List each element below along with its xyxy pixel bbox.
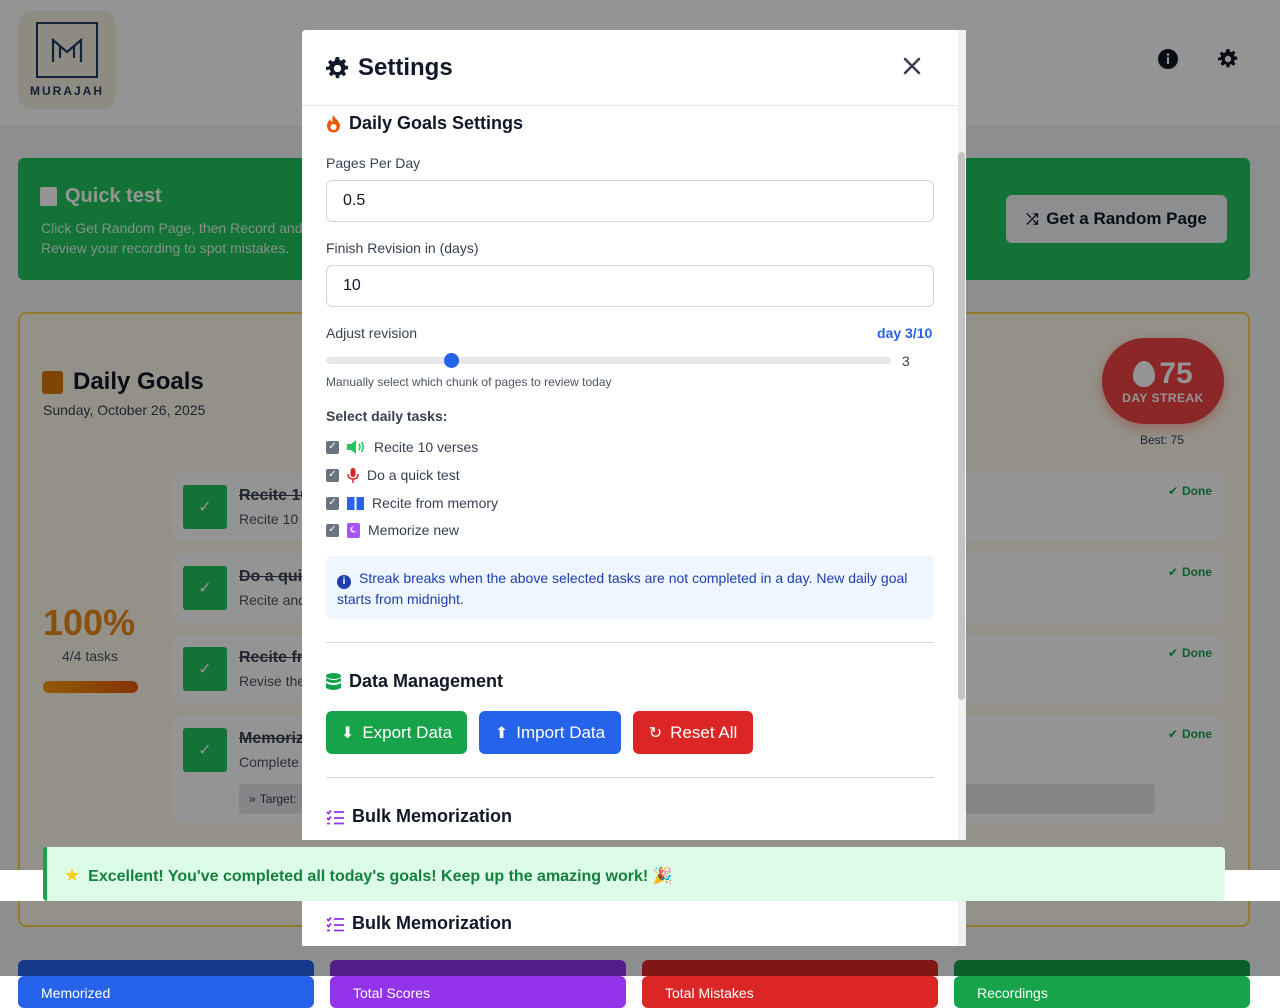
upload-icon: ⬆ — [494, 724, 509, 742]
daily-goals-settings-title: Daily Goals Settings — [326, 113, 523, 134]
adjust-revision-day: day 3/10 — [877, 325, 933, 341]
pages-per-day-label: Pages Per Day — [326, 155, 421, 171]
reset-icon: ↻ — [648, 724, 663, 742]
export-data-label: Export Data — [362, 722, 453, 742]
stat-card-memorized-strip: Memorized — [18, 976, 314, 1008]
bulk-memorization-title: Bulk Memorization — [326, 806, 512, 827]
revision-slider-hint: Manually select which chunk of pages to … — [326, 375, 612, 389]
divider — [326, 642, 934, 643]
revision-slider-track[interactable] — [326, 357, 891, 364]
checkbox[interactable]: ✓ — [326, 440, 339, 454]
bulk-memorization-label: Bulk Memorization — [352, 913, 513, 933]
success-banner-label: Excellent! You've completed all today's … — [88, 867, 673, 885]
task-option-label: Recite 10 verses — [374, 439, 479, 455]
finish-revision-input[interactable] — [326, 265, 934, 307]
database-icon — [326, 672, 341, 690]
reset-all-button[interactable]: ↻ Reset All — [633, 711, 753, 754]
revision-slider-thumb[interactable] — [443, 353, 459, 368]
star-icon: ★ — [64, 865, 81, 885]
checkbox[interactable]: ✓ — [326, 523, 339, 537]
stat-label: Total Scores — [353, 985, 431, 1001]
daily-goals-settings-label: Daily Goals Settings — [349, 113, 524, 133]
stat-label: Total Mistakes — [665, 985, 754, 1001]
close-icon — [903, 57, 921, 75]
fire-icon — [327, 114, 340, 132]
success-banner-text: ★ Excellent! You've completed all today'… — [64, 865, 673, 886]
export-data-button[interactable]: ⬇ Export Data — [326, 711, 467, 754]
stat-card-recordings-strip: Recordings — [954, 976, 1250, 1008]
pages-per-day-input[interactable] — [326, 180, 934, 222]
adjust-revision-label: Adjust revision — [326, 325, 418, 341]
checklist-icon — [326, 809, 344, 824]
stat-card-total-scores-strip: Total Scores — [330, 976, 626, 1008]
streak-info-text: i Streak breaks when the above selected t… — [337, 568, 917, 609]
reset-all-label: Reset All — [670, 722, 738, 742]
stat-label: Recordings — [977, 985, 1048, 1001]
task-option-quick-test[interactable]: ✓ Do a quick test — [326, 467, 460, 483]
bulk-memorization-title-repeat: Bulk Memorization — [326, 913, 512, 934]
revision-slider-value: 3 — [902, 353, 910, 369]
checkbox[interactable]: ✓ — [326, 468, 339, 482]
modal-scrollbar-thumb[interactable] — [958, 152, 965, 700]
data-management-title: Data Management — [326, 671, 503, 692]
gear-icon — [326, 56, 349, 78]
speaker-icon — [347, 440, 365, 454]
modal-scrollbar-bottom — [958, 901, 966, 946]
task-option-recite-verses[interactable]: ✓ Recite 10 verses — [326, 439, 478, 455]
checkbox[interactable]: ✓ — [326, 496, 339, 510]
select-tasks-label: Select daily tasks: — [326, 408, 448, 424]
close-button[interactable] — [898, 52, 926, 80]
task-option-label: Do a quick test — [367, 467, 460, 483]
quran-icon — [347, 522, 360, 538]
import-data-label: Import Data — [516, 722, 606, 742]
modal-title: Settings — [326, 54, 453, 82]
download-icon: ⬇ — [340, 724, 355, 742]
streak-info-label: Streak breaks when the above selected ta… — [337, 570, 908, 607]
info-icon: i — [337, 575, 351, 589]
bulk-memorization-label: Bulk Memorization — [352, 806, 513, 826]
task-option-label: Memorize new — [368, 522, 460, 538]
checklist-icon — [326, 916, 344, 931]
task-option-recite-memory[interactable]: ✓ Recite from memory — [326, 495, 498, 511]
microphone-icon — [347, 467, 359, 483]
stat-card-total-mistakes-strip: Total Mistakes — [642, 976, 938, 1008]
task-option-label: Recite from memory — [372, 495, 499, 511]
task-option-memorize-new[interactable]: ✓ Memorize new — [326, 522, 459, 538]
finish-revision-label: Finish Revision in (days) — [326, 240, 479, 256]
data-management-label: Data Management — [349, 671, 504, 691]
modal-title-text: Settings — [358, 54, 453, 81]
stat-label: Memorized — [41, 985, 111, 1001]
import-data-button[interactable]: ⬆ Import Data — [479, 711, 621, 754]
book-icon — [347, 496, 364, 510]
divider — [326, 777, 934, 778]
